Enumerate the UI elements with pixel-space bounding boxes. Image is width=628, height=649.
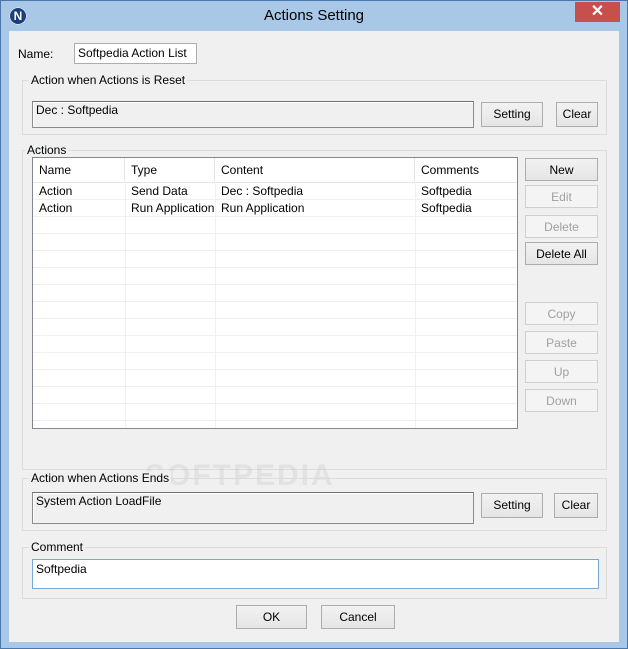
actions-setting-window: N Actions Setting ✕ Name: Softpedia Acti… xyxy=(0,0,628,649)
cancel-button[interactable]: Cancel xyxy=(321,605,395,629)
delete-button[interactable]: Delete xyxy=(525,215,598,238)
comment-input[interactable]: Softpedia xyxy=(32,559,599,589)
empty-row xyxy=(33,217,517,234)
name-input[interactable]: Softpedia Action List xyxy=(74,43,197,64)
down-button[interactable]: Down xyxy=(525,389,598,412)
cell-name: Action xyxy=(39,184,73,198)
reset-group-title: Action when Actions is Reset xyxy=(29,73,188,87)
cell-type: Send Data xyxy=(131,184,188,198)
cell-comments: Softpedia xyxy=(421,201,472,215)
up-button[interactable]: Up xyxy=(525,360,598,383)
empty-row xyxy=(33,353,517,370)
table-row[interactable]: Action Send Data Dec : Softpedia Softped… xyxy=(33,183,517,200)
reset-clear-button[interactable]: Clear xyxy=(556,102,598,127)
cell-content: Dec : Softpedia xyxy=(221,184,304,198)
column-header-comments[interactable]: Comments xyxy=(415,158,515,182)
actions-list-header: Name Type Content Comments xyxy=(33,158,517,183)
copy-button[interactable]: Copy xyxy=(525,302,598,325)
empty-row xyxy=(33,302,517,319)
comment-group-title: Comment xyxy=(29,540,86,554)
ends-action-display: System Action LoadFile xyxy=(32,492,474,524)
table-row[interactable]: Action Run Application Run Application S… xyxy=(33,200,517,217)
empty-row xyxy=(33,251,517,268)
cell-comments: Softpedia xyxy=(421,184,472,198)
column-header-content[interactable]: Content xyxy=(215,158,415,182)
column-header-name[interactable]: Name xyxy=(33,158,125,182)
delete-all-button[interactable]: Delete All xyxy=(525,242,598,265)
actions-group-title: Actions xyxy=(25,143,69,157)
empty-row xyxy=(33,336,517,353)
close-button[interactable]: ✕ xyxy=(575,2,620,22)
cell-type: Run Application xyxy=(131,201,215,215)
reset-action-display: Dec : Softpedia xyxy=(32,101,474,128)
name-label: Name: xyxy=(18,47,54,61)
window-title: Actions Setting xyxy=(263,7,365,24)
paste-button[interactable]: Paste xyxy=(525,331,598,354)
new-button[interactable]: New xyxy=(525,158,598,181)
empty-row xyxy=(33,404,517,421)
actions-list[interactable]: Name Type Content Comments Action Send D… xyxy=(32,157,518,429)
ok-button[interactable]: OK xyxy=(236,605,307,629)
cell-name: Action xyxy=(39,201,73,215)
empty-row xyxy=(33,234,517,251)
dialog-body: Name: Softpedia Action List Action when … xyxy=(9,31,619,642)
column-header-type[interactable]: Type xyxy=(125,158,215,182)
edit-button[interactable]: Edit xyxy=(525,185,598,208)
cell-content: Run Application xyxy=(221,201,305,215)
ends-setting-button[interactable]: Setting xyxy=(481,493,543,518)
reset-setting-button[interactable]: Setting xyxy=(481,102,543,127)
title-bar[interactable]: N Actions Setting ✕ xyxy=(1,1,627,31)
empty-row xyxy=(33,285,517,302)
empty-row xyxy=(33,268,517,285)
empty-row xyxy=(33,387,517,404)
ends-group-title: Action when Actions Ends xyxy=(29,471,172,485)
ends-clear-button[interactable]: Clear xyxy=(554,493,598,518)
empty-row xyxy=(33,319,517,336)
empty-row xyxy=(33,370,517,387)
